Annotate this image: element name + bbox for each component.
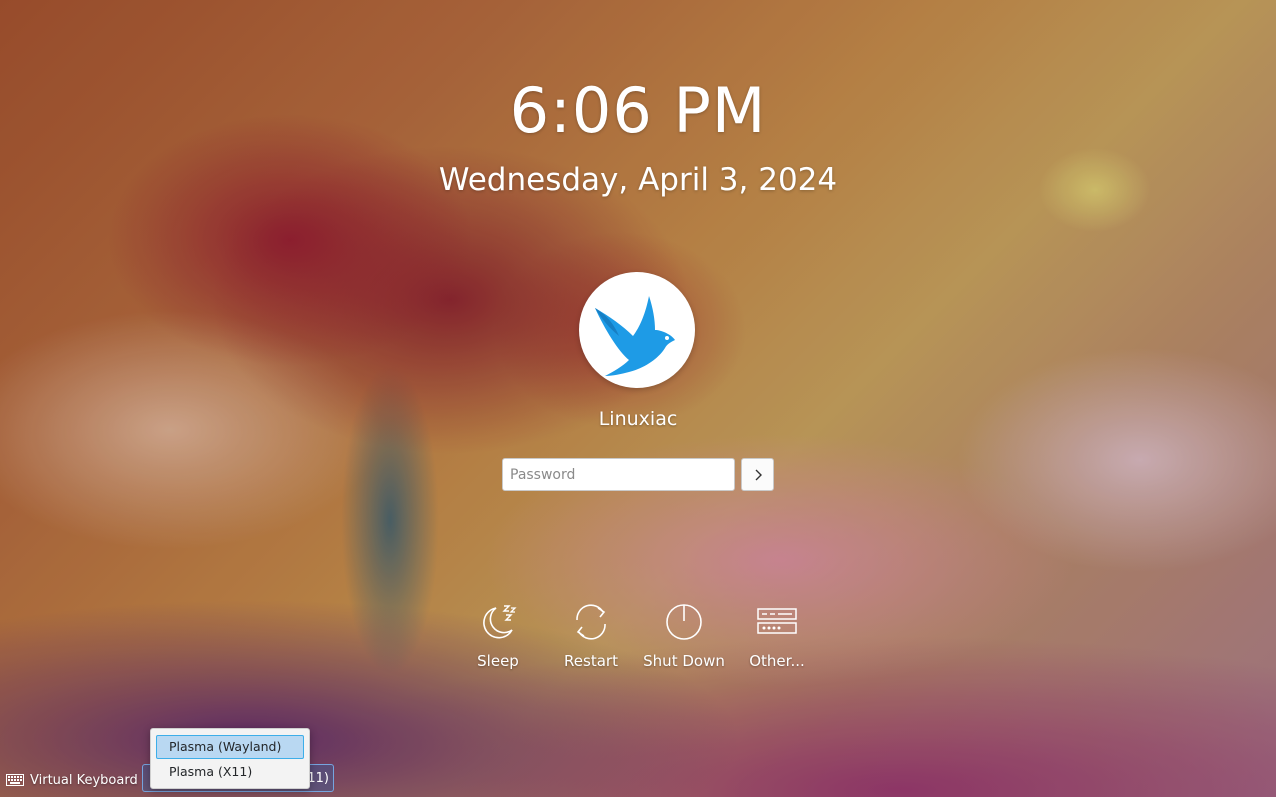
user-name: Linuxiac xyxy=(598,408,678,430)
keyboard-icon xyxy=(6,774,24,786)
virtual-keyboard-label: Virtual Keyboard xyxy=(30,772,138,788)
shutdown-button[interactable]: Shut Down xyxy=(636,600,732,670)
other-icon xyxy=(757,608,797,634)
other-label: Other... xyxy=(749,652,805,670)
session-option-x11[interactable]: Plasma (X11) xyxy=(156,760,304,784)
other-button[interactable]: Other... xyxy=(729,600,825,670)
password-input[interactable] xyxy=(502,458,735,491)
restart-button[interactable]: Restart xyxy=(543,600,639,670)
user-avatar[interactable] xyxy=(579,272,695,388)
chevron-right-icon xyxy=(755,469,762,480)
sleep-button[interactable]: Sleep xyxy=(450,600,546,670)
clock-date: Wednesday, April 3, 2024 xyxy=(438,162,838,198)
shutdown-label: Shut Down xyxy=(643,652,725,670)
session-selector-value: 11) xyxy=(307,770,329,786)
bird-logo-icon xyxy=(595,296,675,376)
virtual-keyboard-button[interactable]: Virtual Keyboard xyxy=(6,771,138,789)
sleep-icon xyxy=(483,605,517,639)
session-option-wayland[interactable]: Plasma (Wayland) xyxy=(156,735,304,759)
session-dropdown: Plasma (Wayland) Plasma (X11) xyxy=(150,728,310,789)
login-submit-button[interactable] xyxy=(741,458,774,491)
sleep-label: Sleep xyxy=(477,652,519,670)
clock-time: 6:06 PM xyxy=(509,74,767,147)
restart-label: Restart xyxy=(564,652,618,670)
restart-icon xyxy=(576,604,606,640)
power-icon xyxy=(666,604,702,640)
